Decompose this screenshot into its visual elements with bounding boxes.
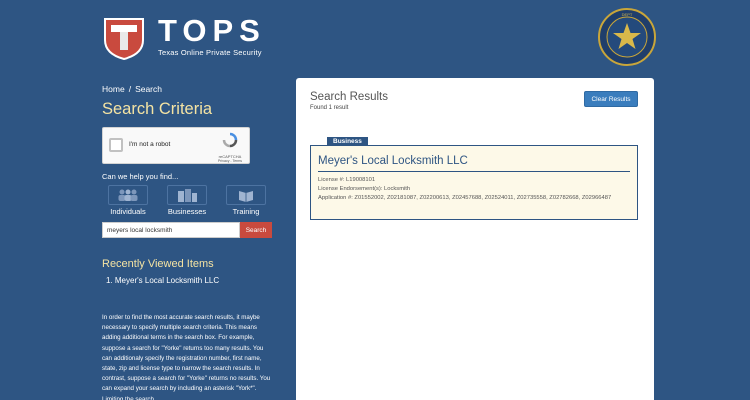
breadcrumb: Home / Search xyxy=(102,84,274,94)
recently-viewed-item[interactable]: 1. Meyer's Local Locksmith LLC xyxy=(106,276,274,285)
buildings-icon xyxy=(167,185,207,205)
individuals-button[interactable]: Individuals xyxy=(102,185,154,216)
tops-logo[interactable]: TOPS Texas Online Private Security xyxy=(102,13,266,60)
businesses-button[interactable]: Businesses xyxy=(161,185,213,216)
help-options: Individuals Businesses Training xyxy=(102,185,272,216)
results-count: Found 1 result xyxy=(310,105,349,111)
result-applications: Application #: Z01552002, Z02181087, Z02… xyxy=(318,195,612,201)
training-icon xyxy=(226,185,266,205)
result-card[interactable]: Business Meyer's Local Locksmith LLC Lic… xyxy=(310,137,638,220)
search-input[interactable] xyxy=(102,222,240,238)
tops-shield-icon xyxy=(102,16,146,60)
logo-subtitle: Texas Online Private Security xyxy=(158,48,262,57)
page-title: Search Criteria xyxy=(102,100,213,118)
clear-results-button[interactable]: Clear Results xyxy=(584,91,638,107)
people-icon xyxy=(108,185,148,205)
svg-text:DEPT: DEPT xyxy=(622,12,633,17)
breadcrumb-home-link[interactable]: Home xyxy=(102,84,125,94)
results-panel: Search Results Found 1 result Clear Resu… xyxy=(296,78,654,400)
individuals-label: Individuals xyxy=(110,207,146,216)
businesses-label: Businesses xyxy=(167,207,207,216)
logo-title: TOPS xyxy=(158,13,266,48)
recaptcha-widget: I'm not a robot reCAPTCHA Privacy - Term… xyxy=(102,127,250,164)
search-button[interactable]: Search xyxy=(240,222,272,238)
search-bar: Search xyxy=(102,222,272,238)
recaptcha-label: I'm not a robot xyxy=(129,141,171,148)
dps-seal-icon: DEPT xyxy=(598,8,656,66)
result-type-badge: Business xyxy=(327,137,368,146)
breadcrumb-separator: / xyxy=(128,84,132,94)
recaptcha-checkbox[interactable] xyxy=(109,138,123,152)
breadcrumb-current: Search xyxy=(135,84,162,94)
recaptcha-icon xyxy=(222,132,238,148)
recently-viewed-title: Recently Viewed Items xyxy=(102,258,214,270)
recently-viewed-list: 1. Meyer's Local Locksmith LLC xyxy=(102,276,274,285)
training-label: Training xyxy=(232,207,260,216)
results-title: Search Results xyxy=(310,91,388,103)
recaptcha-links[interactable]: Privacy - Terms xyxy=(217,159,243,163)
help-prompt: Can we help you find... xyxy=(102,172,179,181)
result-license-number: License #: L19008101 xyxy=(318,177,376,183)
training-button[interactable]: Training xyxy=(220,185,272,216)
search-tips-text: In order to find the most accurate searc… xyxy=(102,314,271,400)
result-divider xyxy=(318,171,630,172)
result-endorsements: License Endorsement(s): Locksmith xyxy=(318,186,411,192)
result-business-name[interactable]: Meyer's Local Locksmith LLC xyxy=(318,155,468,167)
